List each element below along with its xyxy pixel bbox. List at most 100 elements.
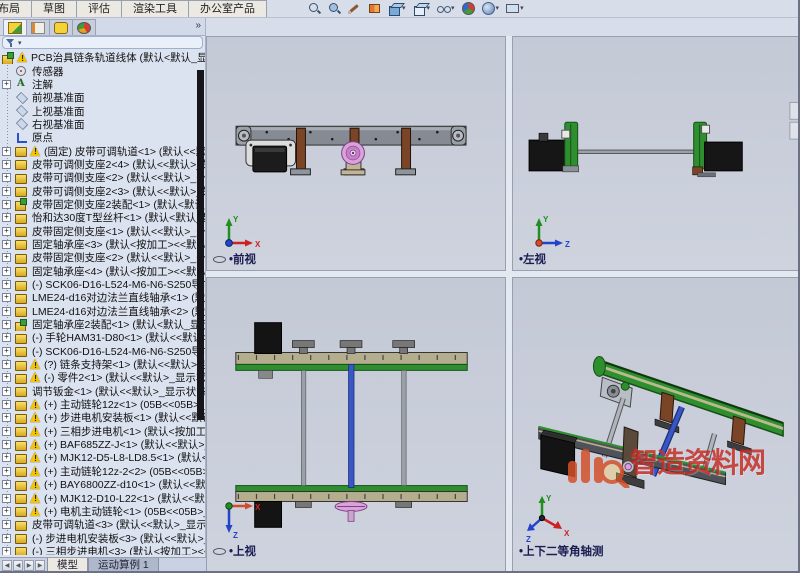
expand-toggle-icon[interactable]: + [2,360,11,369]
command-tab[interactable]: 办公室产品 [188,0,267,17]
tree-item[interactable]: + (+) MJK12-D5-L8-LD8.5<1> (默认<<默认 [0,451,205,464]
viewport-front[interactable]: Y X •前视 [206,36,506,271]
expand-toggle-icon[interactable]: + [2,200,11,209]
expand-toggle-icon[interactable]: + [2,494,11,503]
tree-item[interactable]: + LME24-d16对边法兰直线轴承<2> (默认<<默 [0,305,205,318]
featuremanager-tab[interactable] [3,19,27,35]
expand-toggle-icon[interactable]: + [2,387,11,396]
command-tab[interactable]: 渲染工具 [121,0,189,17]
tree-item[interactable]: + (-) 手轮HAM31-D80<1> (默认<<默认>_显示 [0,331,205,344]
tree-item[interactable]: 原点 [0,131,205,144]
expand-toggle-icon[interactable]: + [2,333,11,342]
tree-item[interactable]: 上视基准面 [0,104,205,117]
tree-item[interactable]: + (+) 步进电机安装板<1> (默认<<默认>_显 [0,411,205,424]
expand-toggle-icon[interactable]: + [2,280,11,289]
configurationmanager-tab[interactable] [49,19,73,35]
expand-toggle-icon[interactable]: + [2,520,11,529]
tree-item[interactable]: PCB治具链条轨道线体 (默认<默认_显示状态-1 [0,51,205,64]
tree-item[interactable]: + 皮带可调侧支座<2> (默认<<默认>_外观 显示 [0,171,205,184]
expand-toggle-icon[interactable]: + [2,427,11,436]
previous-view-icon[interactable]: ▾ [348,1,361,16]
expand-toggle-icon[interactable]: + [2,173,11,182]
tab-scroll-button[interactable]: ◀ [13,560,23,571]
tab-scroll-button[interactable]: ▶ [24,560,34,571]
tab-scroll-button[interactable]: ◀ [2,560,12,571]
sheet-tab[interactable]: 模型 [47,558,88,573]
expand-toggle-icon[interactable]: + [2,240,11,249]
sheet-tab[interactable]: 运动算例 1 [88,558,159,573]
propertymanager-tab[interactable] [26,19,50,35]
expand-toggle-icon[interactable]: + [2,80,11,89]
tree-item[interactable]: + (+) 主动链轮12z-2<2> (05B<<05B>_显示 [0,465,205,478]
expand-toggle-icon[interactable]: + [2,320,11,329]
tree-item[interactable]: + (+) 电机主动链轮<1> (05B<<05B>_显示 [0,505,205,518]
tree-scrollbar[interactable] [197,70,204,420]
expand-toggle-icon[interactable]: + [2,507,11,516]
expand-toggle-icon[interactable]: + [2,400,11,409]
tree-item[interactable]: + 皮带可调侧支座2<3> (默认<<默认>_外观 显示 [0,184,205,197]
tree-item[interactable]: + 固定轴承座<3> (默认<按加工><<默认>_显示 [0,238,205,251]
tree-item[interactable]: + 怡和达30度T型丝杆<1> (默认<默认_显示状态 [0,211,205,224]
tree-item[interactable]: + 固定轴承座<4> (默认<按加工><<默认>_显示 [0,265,205,278]
viewport-handle-icon[interactable] [213,548,226,555]
expand-toggle-icon[interactable]: + [2,160,11,169]
tree-item[interactable]: + 皮带固定侧支座2装配<1> (默认<默认_显示状 [0,198,205,211]
tree-item[interactable]: + 皮带可调侧支座2<4> (默认<<默认>_外观 显示 [0,158,205,171]
viewport-top[interactable]: X Z •上视 [206,277,506,573]
expand-toggle-icon[interactable]: + [2,307,11,316]
view-orientation-icon[interactable]: ▾ [388,1,406,16]
view-settings-icon[interactable]: ▾ [506,1,524,16]
tree-item[interactable]: + (-) 步进电机安装板<3> (默认<<默认>_显示状 [0,531,205,544]
expand-toggle-icon[interactable]: + [2,467,11,476]
hide-show-items-icon[interactable]: ▾ [437,1,455,16]
tree-item[interactable]: + (-) 三相步进电机<3> (默认<按加工><<默认> [0,545,205,555]
expand-toggle-icon[interactable]: + [2,293,11,302]
tree-item[interactable]: 右视基准面 [0,118,205,131]
tree-item[interactable]: + (-) SCK06-D16-L524-M6-N6-S250导向轴<2> [0,345,205,358]
tree-item[interactable]: + (-) 零件2<1> (默认<<默认>_显示状态 1>) [0,371,205,384]
display-style-icon[interactable]: ▾ [413,1,431,16]
expand-toggle-icon[interactable]: + [2,213,11,222]
expand-toggle-icon[interactable]: + [2,347,11,356]
tree-item[interactable]: 传感器 [0,64,205,77]
expand-toggle-icon[interactable]: + [2,534,11,543]
tree-item[interactable]: + (+) 三相步进电机<1> (默认<按加工><<默 [0,425,205,438]
tree-item[interactable]: + (+) 主动链轮12z<1> (05B<<05B>_显示状 [0,398,205,411]
tree-item[interactable]: + (+) BAY6800ZZ-d10<1> (默认<<默认>_显 [0,478,205,491]
command-tab[interactable]: 布局 [0,0,32,17]
displaymanager-tab[interactable] [72,19,96,35]
tree-item[interactable]: 前视基准面 [0,91,205,104]
tree-item[interactable]: + (?) 链条支持架<1> (默认<<默认>_显示状态 [0,358,205,371]
expand-toggle-icon[interactable]: + [2,547,11,555]
expand-toggle-icon[interactable]: + [2,253,11,262]
tree-item[interactable]: + LME24-d16对边法兰直线轴承<1> (默认<<默 [0,291,205,304]
viewport-left[interactable]: Y Z •左视 [512,36,800,271]
expand-toggle-icon[interactable]: + [2,453,11,462]
expand-toggle-icon[interactable]: + [2,373,11,382]
tree-item[interactable]: + (+) MJK12-D10-L22<1> (默认<<默认>_显 [0,491,205,504]
tree-filter-input[interactable]: ▾ [2,36,203,49]
edit-appearance-icon[interactable]: ▾ [462,1,475,16]
section-view-icon[interactable]: ▾ [368,1,381,16]
apply-scene-icon[interactable]: ▾ [482,1,500,16]
command-tab[interactable]: 评估 [76,0,122,17]
tree-item[interactable]: + 固定轴承座2装配<1> (默认<默认_显示状态-1 [0,318,205,331]
expand-toggle-icon[interactable]: + [2,267,11,276]
tree-item[interactable]: + (固定) 皮带可调轨道<1> (默认<<默认>_显 [0,144,205,157]
zoom-to-fit-icon[interactable]: ▾ [308,1,321,16]
expand-toggle-icon[interactable]: + [2,440,11,449]
zoom-to-area-icon[interactable]: ▾ [328,1,341,16]
panel-overflow-chevrons-icon[interactable]: » [195,20,201,31]
tab-scroll-button[interactable]: ▶ [35,560,45,571]
viewport-isometric[interactable]: Y X Z •上下二等角轴测 [512,277,800,573]
expand-toggle-icon[interactable]: + [2,413,11,422]
tree-item[interactable]: + (+) BAF685ZZ-J<1> (默认<<默认>_显示状 [0,438,205,451]
tree-item[interactable]: + 调节钣金<1> (默认<<默认>_显示状态 1>) [0,385,205,398]
tree-item[interactable]: + 皮带固定侧支座<2> (默认<<默认>_外观 显示 [0,251,205,264]
tree-item[interactable]: + 注解 [0,78,205,91]
tree-item[interactable]: + 皮带可调轨道<3> (默认<<默认>_显示状态 1> [0,518,205,531]
tree-item[interactable]: + 皮带固定侧支座<1> (默认<<默认>_外观 显示 [0,224,205,237]
viewport-handle-icon[interactable] [213,256,226,263]
expand-toggle-icon[interactable]: + [2,480,11,489]
expand-toggle-icon[interactable]: + [2,147,11,156]
